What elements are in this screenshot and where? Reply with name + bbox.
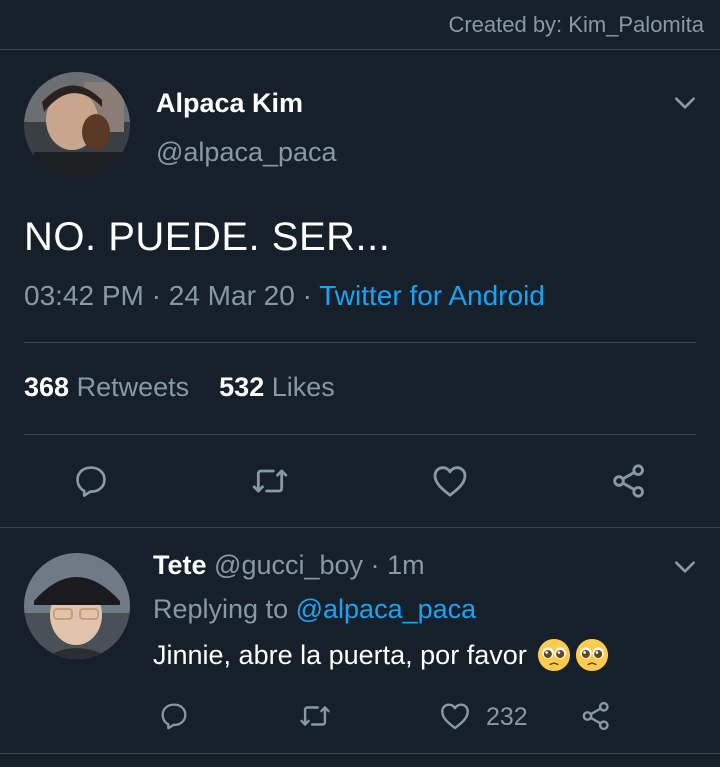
pleading-face-emoji xyxy=(575,638,608,672)
reply-icon[interactable] xyxy=(156,698,192,734)
separator: · xyxy=(302,280,320,311)
chevron-down-icon[interactable] xyxy=(672,554,698,585)
tweet-date: 24 Mar 20 xyxy=(168,280,295,311)
reply-text: Jinnie, abre la puerta, por favor xyxy=(153,639,527,670)
divider xyxy=(24,342,696,343)
reply-handle[interactable]: @gucci_boy xyxy=(214,550,363,580)
tweet-text: NO. PUEDE. SER... xyxy=(24,215,391,259)
replying-prefix: Replying to xyxy=(153,594,289,624)
divider-bottom xyxy=(0,753,720,754)
share-icon[interactable] xyxy=(578,698,614,734)
retweets-label[interactable]: Retweets xyxy=(77,372,190,402)
retweet-icon[interactable] xyxy=(297,698,333,734)
retweet-icon[interactable] xyxy=(249,460,291,502)
divider xyxy=(24,434,696,435)
replying-to: Replying to @alpaca_paca xyxy=(153,594,476,625)
handle[interactable]: @alpaca_paca xyxy=(156,137,337,168)
heart-icon[interactable] xyxy=(437,698,473,734)
divider-top xyxy=(0,49,720,50)
display-name[interactable]: Alpaca Kim xyxy=(156,88,303,119)
heart-icon[interactable] xyxy=(429,460,471,502)
replying-mention-link[interactable]: @alpaca_paca xyxy=(296,594,477,624)
likes-count[interactable]: 532 xyxy=(219,372,264,402)
reply-header: Tete @gucci_boy · 1m xyxy=(153,550,425,581)
reply-icon[interactable] xyxy=(70,460,112,502)
pleading-face-emoji xyxy=(537,638,570,672)
reply-text-row: Jinnie, abre la puerta, por favor xyxy=(153,638,609,672)
chevron-down-icon[interactable] xyxy=(672,90,698,121)
separator: · xyxy=(370,550,380,580)
avatar-tete[interactable] xyxy=(24,553,130,659)
reply-like-count: 232 xyxy=(486,703,528,731)
watermark: Created by: Kim_Palomita xyxy=(448,12,704,37)
retweets-count[interactable]: 368 xyxy=(24,372,69,402)
tweet-time: 03:42 PM xyxy=(24,280,144,311)
tweet-source-link[interactable]: Twitter for Android xyxy=(319,280,545,311)
likes-label[interactable]: Likes xyxy=(272,372,335,402)
separator: · xyxy=(151,280,169,311)
reply-display-name[interactable]: Tete xyxy=(153,550,207,580)
avatar-alpaca-kim[interactable] xyxy=(24,72,130,178)
divider-thread xyxy=(0,527,720,528)
reply-age: 1m xyxy=(387,550,425,580)
tweet-stats: 368 Retweets 532 Likes xyxy=(24,372,335,403)
tweet-meta: 03:42 PM · 24 Mar 20 · Twitter for Andro… xyxy=(24,280,545,312)
share-icon[interactable] xyxy=(608,460,650,502)
